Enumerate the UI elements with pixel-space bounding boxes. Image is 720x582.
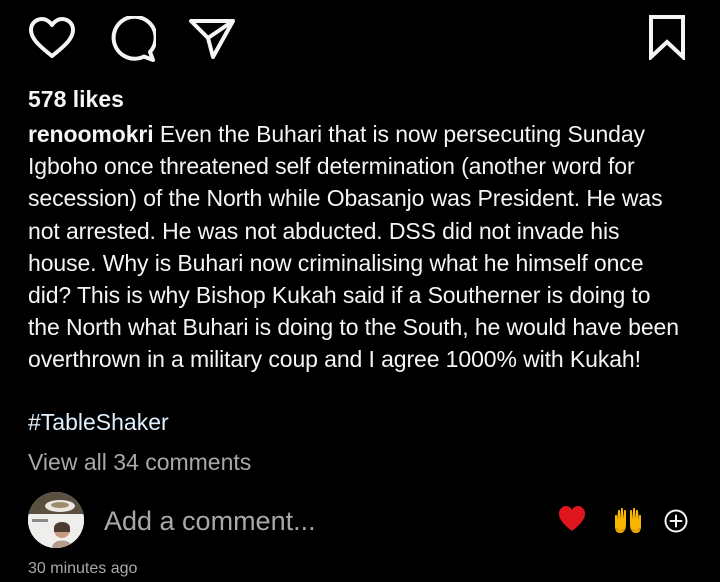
- avatar[interactable]: [28, 492, 84, 548]
- caption-line: not arrested. He was not abducted. DSS d…: [28, 217, 620, 244]
- post-action-bar: [0, 0, 720, 80]
- save-button[interactable]: [646, 14, 688, 60]
- share-button[interactable]: [188, 16, 236, 60]
- hashtag-link[interactable]: #TableShaker: [28, 406, 169, 438]
- heart-outline-icon: [29, 17, 75, 58]
- plus-circle-icon: [664, 509, 688, 533]
- heart-reaction-button[interactable]: [557, 504, 587, 534]
- caption-line: the North what Buhari is doing to the So…: [28, 314, 679, 341]
- caption-line: did? This is why Bishop Kukah said if a …: [28, 282, 651, 309]
- caption-line: renoomokri Even the Buhari that is now p…: [28, 118, 698, 150]
- post-caption: renoomokri Even the Buhari that is now p…: [28, 118, 698, 376]
- caption-line: secession) of the North while Obasanjo w…: [28, 185, 663, 212]
- caption-text: Even the Buhari that is now persecuting …: [153, 121, 645, 147]
- caption-username[interactable]: renoomokri: [28, 121, 154, 147]
- caption-line: house. Why is Buhari now criminalising w…: [28, 249, 644, 276]
- caption-line: Igboho once threatened self determinatio…: [28, 153, 635, 180]
- profile-photo: [28, 492, 84, 548]
- raising-hands-icon: [615, 507, 641, 533]
- likes-count[interactable]: 578 likes: [28, 84, 124, 114]
- add-reaction-button[interactable]: [664, 509, 688, 533]
- red-heart-icon: [559, 506, 585, 531]
- like-button[interactable]: [28, 16, 76, 60]
- add-comment-input[interactable]: [104, 503, 524, 539]
- post-timestamp: 30 minutes ago: [28, 560, 138, 577]
- view-comments-link[interactable]: View all 34 comments: [28, 446, 251, 478]
- bookmark-icon: [649, 15, 685, 60]
- add-comment-row: [0, 490, 720, 554]
- speech-bubble-icon: [111, 16, 156, 62]
- paper-plane-icon: [189, 19, 235, 59]
- comment-button[interactable]: [108, 16, 156, 62]
- raising-hands-reaction-button[interactable]: [612, 504, 644, 536]
- caption-line: overthrown in a military coup and I agre…: [28, 346, 641, 373]
